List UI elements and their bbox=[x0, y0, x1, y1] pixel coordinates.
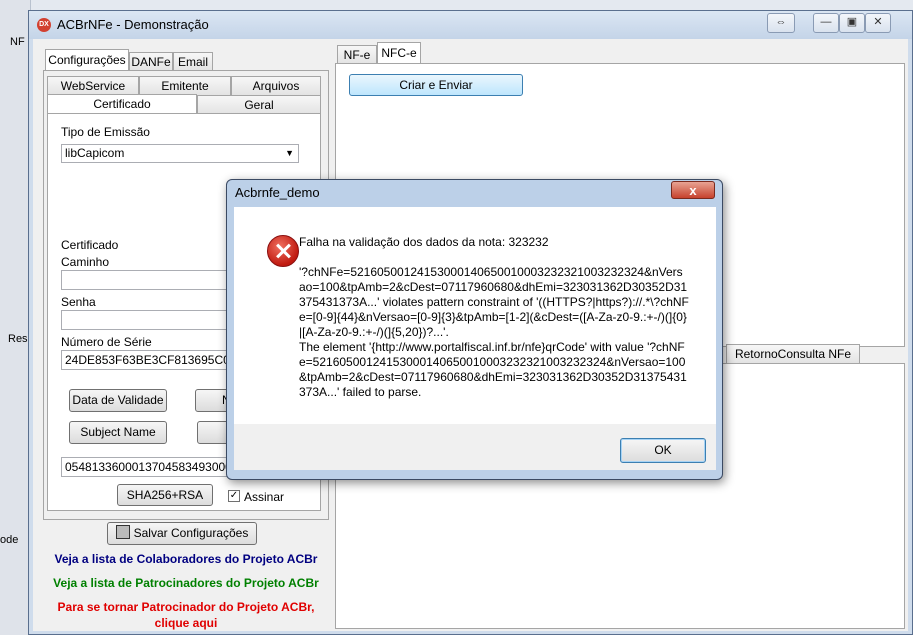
criar-enviar-button[interactable]: Criar e Enviar bbox=[349, 74, 523, 96]
minimize-icon[interactable]: — bbox=[813, 13, 839, 33]
senha-label: Senha bbox=[61, 295, 96, 309]
caminho-input[interactable] bbox=[61, 270, 231, 290]
certificado-group-label: Certificado bbox=[61, 238, 119, 252]
background-tab-label: NF bbox=[10, 36, 25, 48]
senha-input[interactable] bbox=[61, 310, 231, 330]
clique-aqui-link[interactable]: clique aqui bbox=[43, 616, 329, 630]
error-icon bbox=[267, 235, 299, 267]
tab-nfce[interactable]: NFC-e bbox=[377, 42, 421, 64]
background-tab-label: ode bbox=[0, 534, 19, 546]
data-validade-button[interactable]: Data de Validade bbox=[69, 389, 167, 412]
caminho-label: Caminho bbox=[61, 255, 110, 269]
save-icon bbox=[115, 525, 130, 539]
tab-arquivos[interactable]: Arquivos bbox=[231, 76, 321, 95]
tipo-emissao-value: libCapicom bbox=[65, 146, 125, 160]
ok-button[interactable]: OK bbox=[620, 438, 706, 463]
title-bar[interactable]: DX ACBrNFe - Demonstração ⇔ — ▣ ✕ bbox=[29, 11, 912, 39]
patrocinadores-link[interactable]: Veja a lista de Patrocinadores do Projet… bbox=[43, 576, 329, 590]
tab-webservice[interactable]: WebService bbox=[47, 76, 139, 95]
tab-email[interactable]: Email bbox=[173, 52, 213, 71]
background-tab-label: Res bbox=[8, 333, 28, 345]
background-window-edge: NF Res ode bbox=[0, 0, 31, 635]
salvar-configuracoes-button[interactable]: Salvar Configurações bbox=[107, 522, 257, 545]
tab-geral[interactable]: Geral bbox=[197, 95, 321, 114]
assinar-label: Assinar bbox=[244, 490, 285, 504]
tab-emitente[interactable]: Emitente bbox=[139, 76, 231, 95]
tab-configuracoes[interactable]: Configurações bbox=[45, 49, 129, 71]
salvar-label: Salvar Configurações bbox=[133, 526, 249, 540]
window-title: ACBrNFe - Demonstração bbox=[57, 17, 209, 32]
close-icon[interactable]: x bbox=[671, 181, 715, 199]
numero-serie-label: Número de Série bbox=[61, 335, 152, 349]
tornar-patrocinador-link[interactable]: Para se tornar Patrocinador do Projeto A… bbox=[43, 600, 329, 614]
tipo-emissao-select[interactable]: libCapicom ▼ bbox=[61, 144, 299, 163]
tab-danfe[interactable]: DANFe bbox=[129, 52, 173, 71]
dialog-title: Acbrnfe_demo bbox=[235, 185, 320, 200]
close-icon[interactable]: ✕ bbox=[865, 13, 891, 33]
chevron-down-icon: ▼ bbox=[285, 148, 294, 158]
assinar-checkbox[interactable]: ✓ bbox=[228, 490, 240, 502]
dialog-body: Falha na validação dos dados da nota: 32… bbox=[234, 207, 716, 424]
numero-serie-input[interactable]: 24DE853F63BE3CF813695C0BA0 bbox=[61, 350, 231, 370]
app-icon: DX bbox=[37, 18, 51, 32]
tab-nfe[interactable]: NF-e bbox=[337, 45, 377, 64]
error-message: '?chNFe=52160500124153000140650010003232… bbox=[299, 265, 689, 399]
sha256-rsa-button[interactable]: SHA256+RSA bbox=[117, 484, 213, 506]
error-dialog: Acbrnfe_demo x Falha na validação dos da… bbox=[226, 179, 723, 480]
tab-certificado[interactable]: Certificado bbox=[47, 94, 197, 114]
maximize-icon[interactable]: ▣ bbox=[839, 13, 865, 33]
colaboradores-link[interactable]: Veja a lista de Colaboradores do Projeto… bbox=[43, 552, 329, 566]
subject-name-button[interactable]: Subject Name bbox=[69, 421, 167, 444]
tab-retorno-consulta[interactable]: RetornoConsulta NFe 2.01 bbox=[726, 344, 860, 379]
restore-arrows-icon[interactable]: ⇔ bbox=[767, 13, 795, 33]
hash-input[interactable]: 054813360001370458349300019 bbox=[61, 457, 231, 477]
tipo-emissao-label: Tipo de Emissão bbox=[61, 125, 150, 139]
error-heading: Falha na validação dos dados da nota: 32… bbox=[299, 235, 549, 249]
